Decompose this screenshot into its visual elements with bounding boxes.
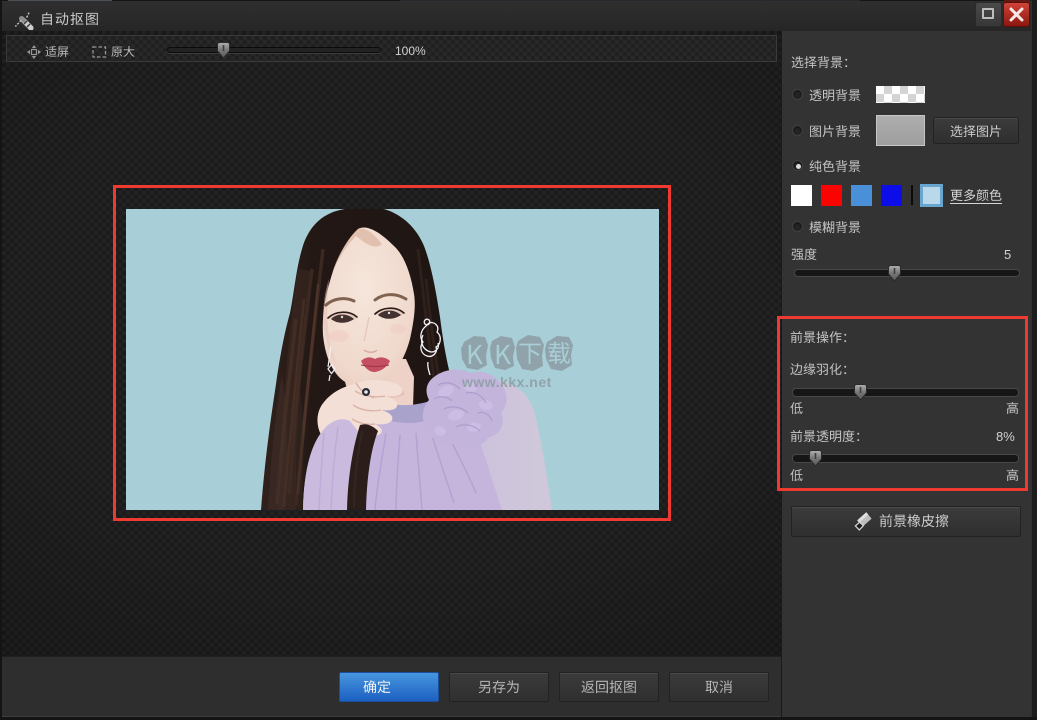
svg-text:www.kkx.net: www.kkx.net xyxy=(461,374,552,390)
